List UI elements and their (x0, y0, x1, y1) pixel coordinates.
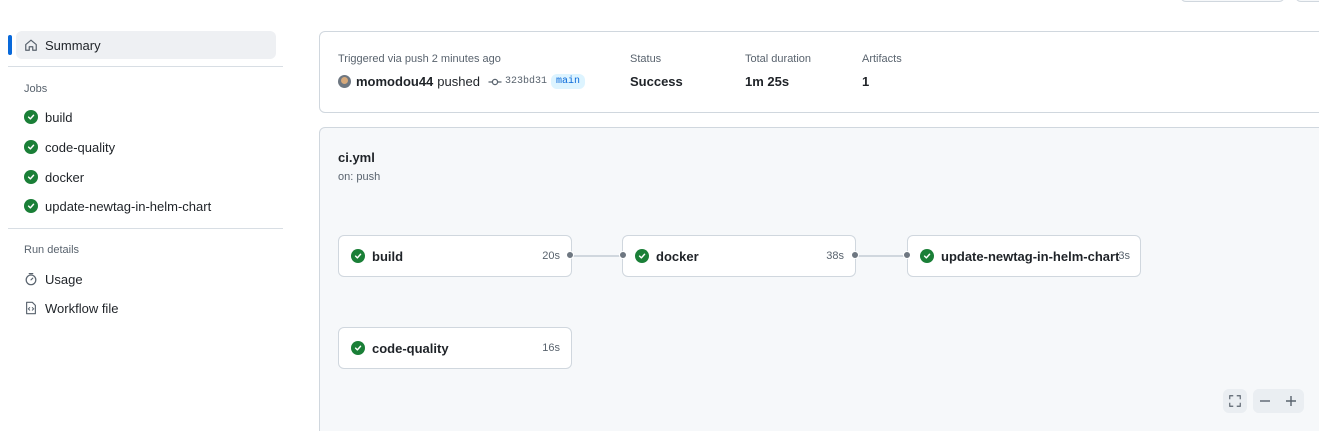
sidebar-item-code-quality[interactable]: code-quality (16, 133, 115, 161)
jobs-heading: Jobs (24, 83, 48, 95)
job-name: update-newtag-in-helm-chart (941, 248, 1120, 264)
job-node-update-newtag-in-helm-chart[interactable]: update-newtag-in-helm-chart 3s (907, 235, 1141, 277)
sidebar-item-workflow-file[interactable]: Workflow file (16, 294, 118, 322)
sidebar-item-label: Usage (45, 271, 83, 287)
check-circle-icon (23, 198, 39, 214)
sidebar-item-label: code-quality (45, 139, 116, 155)
run-summary-card: Triggered via push 2 minutes ago momodou… (319, 31, 1319, 113)
fullscreen-button[interactable] (1223, 389, 1247, 413)
sidebar-item-summary[interactable]: Summary (16, 31, 276, 59)
check-circle-icon (920, 249, 934, 263)
job-duration: 16s (542, 342, 560, 354)
workflow-file-name: ci.yml (338, 150, 375, 165)
sidebar-item-label: Workflow file (45, 300, 119, 316)
workflow-trigger: on: push (338, 171, 381, 183)
status-label: Status (630, 53, 662, 65)
graph-port-dot (903, 251, 911, 259)
run-details-heading: Run details (24, 244, 80, 256)
duration-value: 1m 25s (745, 74, 790, 89)
check-circle-icon (23, 109, 39, 125)
git-commit-icon (488, 77, 502, 87)
trigger-info: momodou44 pushed 323bd31 main (338, 74, 585, 89)
job-duration: 20s (542, 250, 560, 262)
divider (8, 66, 283, 67)
sidebar-item-docker[interactable]: docker (16, 163, 84, 191)
graph-edge (572, 255, 624, 257)
job-duration: 38s (826, 250, 844, 262)
commit-sha-link[interactable]: 323bd31 (505, 76, 547, 87)
sidebar-item-label: Summary (45, 37, 101, 53)
file-code-icon (23, 300, 39, 316)
artifacts-value[interactable]: 1 (862, 74, 869, 89)
branch-label[interactable]: main (550, 74, 585, 89)
divider (8, 228, 283, 229)
job-name: build (372, 248, 404, 264)
sidebar-item-label: build (45, 109, 73, 125)
check-circle-icon (635, 249, 649, 263)
sidebar-item-usage[interactable]: Usage (16, 265, 83, 293)
workflow-graph: ci.yml on: push build 20s docker 38s upd… (319, 127, 1319, 431)
plus-icon (1286, 396, 1296, 406)
zoom-in-button[interactable] (1279, 389, 1303, 413)
fullscreen-icon (1229, 395, 1241, 407)
artifacts-label: Artifacts (862, 53, 902, 65)
minus-icon (1260, 400, 1270, 402)
job-name: code-quality (372, 340, 449, 356)
graph-port-dot (619, 251, 627, 259)
job-node-code-quality[interactable]: code-quality 16s (338, 327, 572, 369)
top-action-button[interactable] (1180, 0, 1285, 2)
check-circle-icon (351, 341, 365, 355)
job-name: docker (656, 248, 699, 264)
home-icon (23, 37, 39, 53)
graph-edge (856, 255, 908, 257)
top-menu-button[interactable] (1295, 0, 1319, 2)
active-indicator (8, 35, 12, 55)
sidebar-item-build[interactable]: build (16, 103, 72, 131)
sidebar-item-update-newtag-in-helm-chart[interactable]: update-newtag-in-helm-chart (16, 192, 211, 220)
graph-port-dot (566, 251, 574, 259)
avatar[interactable] (338, 75, 351, 88)
stopwatch-icon (23, 271, 39, 287)
trigger-label: Triggered via push 2 minutes ago (338, 53, 501, 65)
push-action: pushed (437, 74, 480, 89)
job-node-build[interactable]: build 20s (338, 235, 572, 277)
check-circle-icon (351, 249, 365, 263)
zoom-controls (1253, 389, 1304, 413)
duration-label: Total duration (745, 53, 812, 65)
zoom-out-button[interactable] (1253, 389, 1277, 413)
actor-link[interactable]: momodou44 (356, 74, 433, 89)
status-value: Success (630, 74, 683, 89)
job-node-docker[interactable]: docker 38s (622, 235, 856, 277)
sidebar: Summary Jobs build code-quality docker u… (0, 0, 290, 431)
graph-port-dot (851, 251, 859, 259)
sidebar-item-label: update-newtag-in-helm-chart (45, 198, 212, 214)
check-circle-icon (23, 169, 39, 185)
job-duration: 3s (1118, 250, 1130, 262)
check-circle-icon (23, 139, 39, 155)
sidebar-item-label: docker (45, 169, 85, 185)
